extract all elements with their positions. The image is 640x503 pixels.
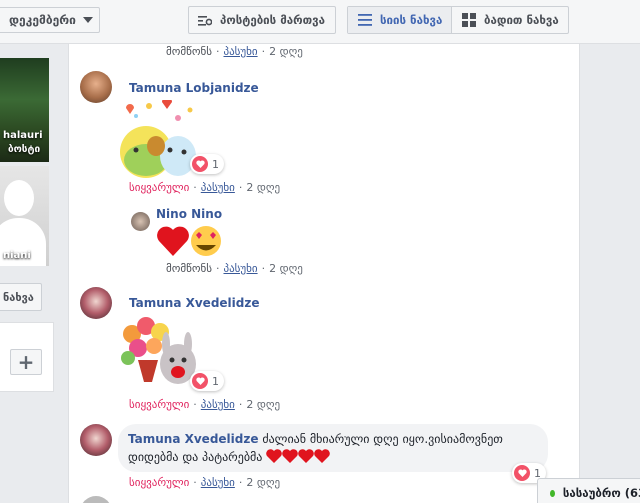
sticker-image (120, 100, 196, 178)
chat-bar[interactable]: სასაუბრო (63 (537, 478, 640, 503)
reaction-count-value: 1 (212, 157, 219, 171)
timestamp[interactable]: 2 დღე (246, 476, 280, 489)
add-button[interactable]: + (10, 349, 42, 375)
reaction-count[interactable]: 1 (190, 154, 224, 174)
month-select-label: დეკემბერი (9, 13, 76, 27)
avatar[interactable] (131, 212, 150, 231)
comment-actions: მომწონს · პასუხი · 2 დღე (166, 262, 303, 275)
chat-label: სასაუბრო (63 (562, 486, 640, 500)
friend-photo[interactable]: halauri ბოსტი (0, 58, 49, 162)
comment-author[interactable]: Tamuna Lobjanidze (129, 81, 259, 95)
comment-author[interactable]: Tamuna Xvedelidze (129, 296, 259, 310)
chevron-down-icon (83, 17, 93, 23)
grid-view-label: ბადით ნახვა (484, 13, 559, 27)
timestamp[interactable]: 2 დღე (246, 181, 280, 194)
reply-link[interactable]: პასუხი (201, 181, 235, 194)
left-column: halauri ბოსტი niani ნახვა + (0, 44, 54, 503)
manage-posts-label: პოსტების მართვა (220, 13, 325, 27)
friend-name: niani (3, 250, 31, 261)
view-button-label: ნახვა (3, 290, 34, 304)
manage-posts-button[interactable]: პოსტების მართვა (188, 6, 336, 34)
settings-sliders-icon (198, 15, 212, 26)
comment-author[interactable]: Tamuna Xvedelidze (128, 432, 258, 446)
emoji-image (157, 226, 221, 256)
love-link[interactable]: სიყვარული (129, 398, 189, 411)
avatar[interactable] (80, 287, 112, 319)
view-toggle: სიის ნახვა ბადით ნახვა (347, 6, 569, 34)
like-link[interactable]: მომწონს (166, 45, 212, 58)
avatar-placeholder (4, 180, 34, 216)
comment-actions: მომწონს · პასუხი · 2 დღე (166, 45, 303, 58)
list-icon (358, 14, 372, 26)
timestamp[interactable]: 2 დღე (269, 45, 303, 58)
list-view-label: სიის ნახვა (380, 13, 443, 27)
timestamp[interactable]: 2 დღე (269, 262, 303, 275)
grid-view-button[interactable]: ბადით ნახვა (452, 7, 559, 33)
avatar[interactable] (80, 424, 112, 456)
reply-link[interactable]: პასუხი (223, 262, 257, 275)
love-link[interactable]: სიყვარული (129, 181, 189, 194)
reaction-count-value: 1 (212, 374, 219, 388)
reply-link[interactable]: პასუხი (223, 45, 257, 58)
timestamp[interactable]: 2 დღე (246, 398, 280, 411)
love-reaction-icon (514, 465, 530, 481)
reaction-count[interactable]: 1 (190, 371, 224, 391)
avatar[interactable] (80, 71, 112, 103)
comment-actions: სიყვარული · პასუხი · 2 დღე (129, 398, 281, 411)
comment-bubble: Tamuna Xvedelidze ძალიან მხიარული დღე იყ… (118, 424, 548, 472)
top-toolbar: დეკემბერი პოსტების მართვა სიის ნახვა ბად… (0, 0, 640, 44)
heart-emoji-icons (266, 449, 331, 463)
comment-author[interactable]: Nino Nino (156, 207, 222, 221)
view-button[interactable]: ნახვა (0, 283, 42, 311)
love-reaction-icon (192, 373, 208, 389)
list-view-button[interactable]: სიის ნახვა (348, 7, 452, 33)
grid-icon (462, 13, 476, 27)
friend-photo[interactable]: niani (0, 166, 49, 266)
like-link[interactable]: მომწონს (166, 262, 212, 275)
love-reaction-icon (192, 156, 208, 172)
online-status-icon (550, 489, 555, 497)
plus-icon: + (17, 350, 35, 374)
friend-name: halauri (3, 130, 43, 141)
sticker-image (121, 317, 196, 384)
month-select[interactable]: დეკემბერი (0, 7, 100, 33)
reply-link[interactable]: პასუხი (201, 476, 235, 489)
comment-actions: სიყვარული · პასუხი · 2 დღე (129, 476, 281, 489)
comment-actions: სიყვარული · პასუხი · 2 დღე (129, 181, 281, 194)
reply-link[interactable]: პასუხი (201, 398, 235, 411)
friend-subtext: ბოსტი (8, 144, 41, 155)
love-link[interactable]: სიყვარული (129, 476, 189, 489)
